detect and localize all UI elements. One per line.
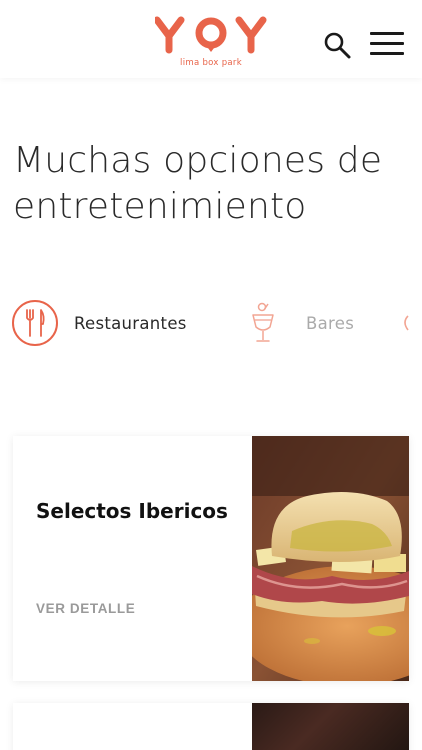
- card-title: Selectos Ibericos: [36, 499, 228, 523]
- category-label: Restaurantes: [74, 313, 187, 333]
- page-title-line-1: Muchas opciones de: [13, 140, 383, 181]
- app-header: lima box park: [0, 0, 422, 78]
- brand-logo[interactable]: lima box park: [155, 16, 269, 72]
- category-label: Bares: [306, 313, 355, 333]
- logo-mark: [155, 16, 267, 54]
- menu-bar: [370, 42, 404, 45]
- page-title: Muchas opciones de entretenimiento: [13, 138, 413, 230]
- menu-bar: [370, 52, 404, 55]
- fork-knife-icon: [12, 300, 58, 346]
- menu-bar: [370, 32, 404, 35]
- search-button[interactable]: [322, 30, 352, 60]
- category-tab-restaurantes[interactable]: Restaurantes: [12, 298, 187, 348]
- place-card[interactable]: Selectos Ibericos VER DETALLE: [13, 436, 409, 681]
- ver-detalle-link[interactable]: VER DETALLE: [36, 601, 135, 616]
- sandwich-photo: [237, 436, 409, 681]
- search-icon: [324, 32, 351, 59]
- restaurant-photo: [252, 703, 409, 750]
- place-card[interactable]: [13, 703, 409, 750]
- category-tab-partial[interactable]: [398, 298, 412, 348]
- partial-icon: [404, 315, 409, 331]
- logo-subtitle: lima box park: [180, 58, 242, 68]
- category-tab-bares[interactable]: Bares: [248, 298, 354, 348]
- cocktail-icon: [252, 302, 274, 342]
- hamburger-menu-icon[interactable]: [370, 32, 406, 58]
- page-title-line-2: entretenimiento: [13, 186, 307, 227]
